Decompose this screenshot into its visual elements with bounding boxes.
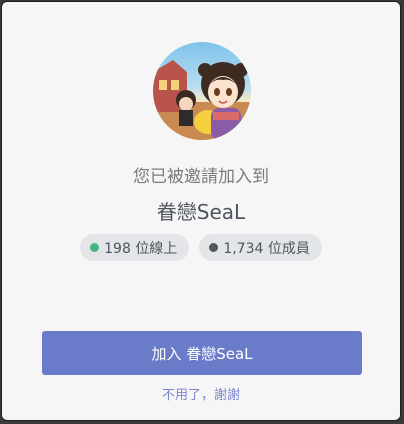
server-stats: 198 位線上 1,734 位成員 [2, 234, 400, 261]
invite-modal: 您已被邀請加入到 眷戀SeaL 198 位線上 1,734 位成員 加入 眷戀S… [1, 1, 401, 421]
server-avatar-image [153, 60, 251, 140]
online-count-badge: 198 位線上 [80, 234, 190, 261]
decline-invite-link[interactable]: 不用了，謝謝 [2, 384, 400, 403]
member-status-dot-icon [209, 243, 219, 252]
invite-subtitle: 您已被邀請加入到 [133, 167, 269, 187]
server-name: 眷戀SeaL [156, 200, 246, 224]
online-count: 198 位線上 [104, 240, 178, 257]
member-count: 1,734 位成員 [223, 240, 310, 257]
server-avatar [153, 42, 251, 140]
online-status-dot-icon [90, 243, 100, 252]
join-server-button[interactable]: 加入 眷戀SeaL [42, 331, 362, 375]
member-count-badge: 1,734 位成員 [199, 234, 322, 261]
